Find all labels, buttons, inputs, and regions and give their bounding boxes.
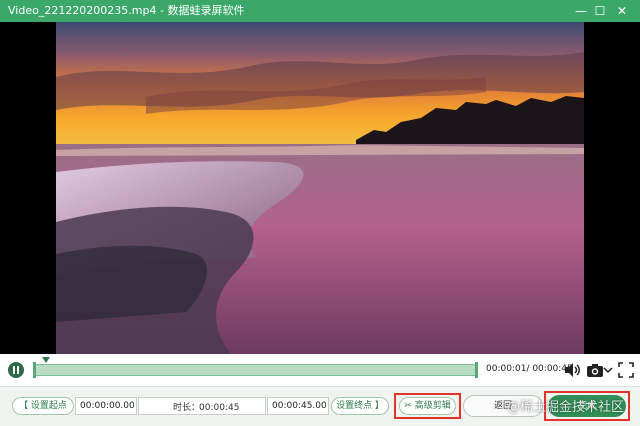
fullscreen-icon[interactable]	[618, 361, 634, 379]
set-start-button[interactable]: 【 设置起点	[12, 397, 74, 415]
video-frame	[56, 22, 584, 354]
close-icon[interactable]: ✕	[614, 3, 630, 19]
duration-field: 时长： 00:00:45	[138, 397, 266, 415]
minimize-icon[interactable]: —	[573, 3, 589, 19]
progress-track[interactable]	[34, 364, 478, 376]
set-end-button[interactable]: 设置终点 】	[331, 397, 389, 415]
playhead-marker[interactable]	[42, 357, 50, 363]
window-title: Video_221220200235.mp4 - 数据蛙录屏软件	[8, 4, 245, 17]
sunset-beach-image	[56, 22, 584, 354]
video-player[interactable]	[0, 22, 640, 354]
duration-value: 00:00:45	[199, 403, 240, 413]
title-bar: Video_221220200235.mp4 - 数据蛙录屏软件 — ☐ ✕	[0, 0, 640, 22]
maximize-icon[interactable]: ☐	[592, 3, 608, 19]
trim-end-handle[interactable]	[475, 362, 478, 378]
watermark-text: @稀土掘金技术社区	[507, 400, 625, 415]
current-time: 00:00:01	[486, 364, 527, 374]
pause-icon	[13, 366, 15, 374]
time-readout: 00:00:01/ 00:00:45	[486, 364, 573, 374]
trim-start-handle[interactable]	[33, 362, 36, 378]
trim-toolbar: 【 设置起点 00:00:00.00 时长： 00:00:45 00:00:45…	[0, 386, 640, 426]
playback-controls: 00:00:01/ 00:00:45	[0, 354, 640, 386]
advanced-edit-highlight	[394, 393, 461, 419]
volume-icon[interactable]	[563, 361, 581, 379]
start-time-input[interactable]: 00:00:00.00	[75, 397, 137, 415]
duration-label: 时长：	[173, 403, 201, 413]
chevron-down-icon[interactable]	[603, 361, 613, 379]
camera-icon[interactable]	[586, 361, 604, 379]
pause-button[interactable]	[8, 362, 24, 378]
pause-icon-bar	[17, 366, 19, 374]
end-time-input[interactable]: 00:00:45.00	[267, 397, 329, 415]
